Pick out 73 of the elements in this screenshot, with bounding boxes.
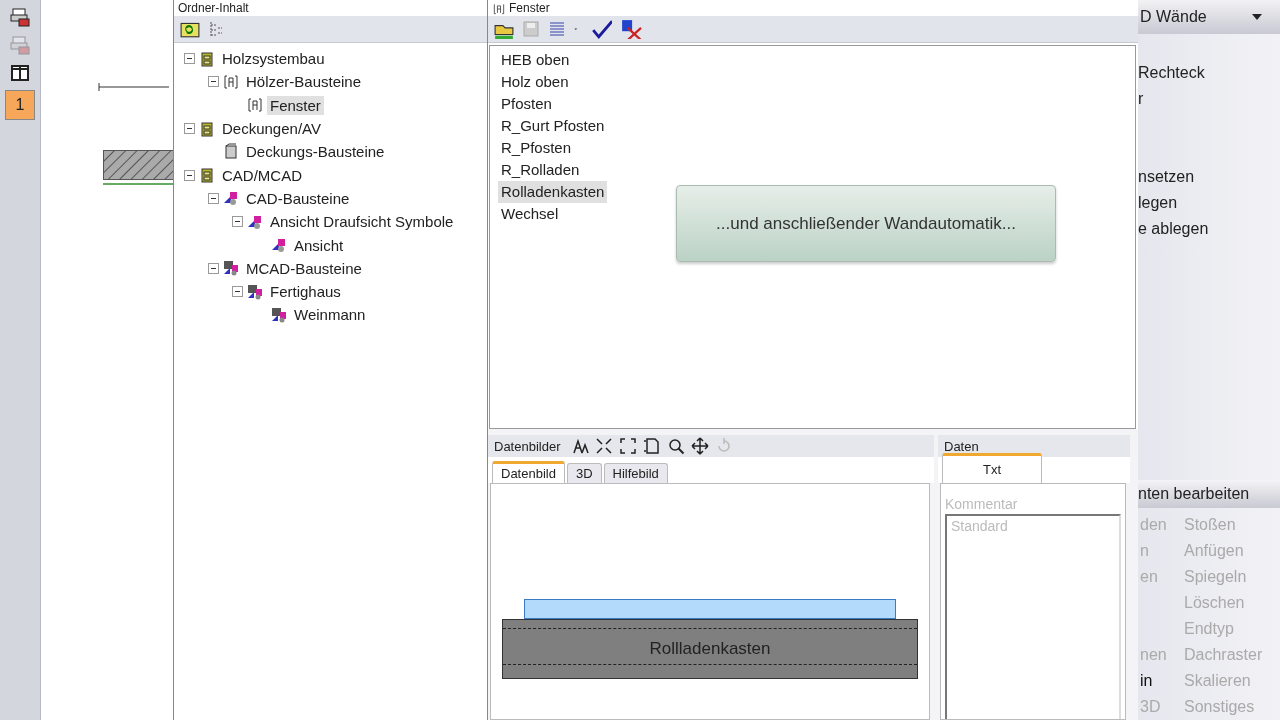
tab[interactable]: Hilfebild: [603, 463, 668, 483]
bracket-icon: [222, 72, 240, 91]
tooltip-text: ...und anschließender Wandautomatik...: [716, 213, 1016, 234]
panel-title: Ordner-Inhalt: [178, 1, 249, 16]
collapse-toggle[interactable]: [208, 76, 219, 88]
menu-item[interactable]: legen: [1138, 190, 1280, 216]
panel-title: Daten: [944, 438, 979, 454]
collapse-toggle[interactable]: [208, 262, 219, 274]
collapse-toggle[interactable]: [232, 286, 243, 298]
list-item[interactable]: Pfosten: [498, 93, 555, 115]
text-style-icon[interactable]: [570, 437, 589, 455]
section-title: nten bearbeiten: [1138, 485, 1250, 503]
category-dropdown[interactable]: D Wände: [1138, 0, 1280, 34]
collapse-toggle[interactable]: [232, 216, 243, 228]
list-item[interactable]: Rolladenkasten: [498, 181, 608, 203]
collapse-toggle[interactable]: [184, 123, 195, 135]
tree-item[interactable]: Fenster: [267, 95, 324, 115]
cabinet-icon: [198, 119, 216, 138]
tree-item[interactable]: Ansicht: [291, 235, 347, 255]
tree-item[interactable]: Holzsystembau: [219, 49, 328, 69]
help-cancel-icon[interactable]: [620, 19, 642, 39]
menu-item[interactable]: e ablegen: [1138, 216, 1280, 242]
menu-item[interactable]: nsetzen: [1138, 164, 1280, 190]
tree-item[interactable]: Deckungen/AV: [219, 119, 324, 139]
caret-icon: [1252, 14, 1262, 20]
shapes-icon: [246, 282, 264, 301]
list-item[interactable]: R_Rolladen: [498, 159, 583, 181]
collapse-toggle[interactable]: [184, 53, 195, 65]
bracket-icon: [246, 96, 264, 115]
list-item[interactable]: Wechsel: [498, 203, 562, 225]
move-icon[interactable]: [690, 437, 709, 455]
cabinet-icon: [198, 49, 216, 68]
tab[interactable]: Datenbild: [492, 461, 565, 483]
tree-item[interactable]: CAD-Bausteine: [243, 188, 353, 208]
page-fit-icon[interactable]: [642, 437, 661, 455]
tree-item[interactable]: Ansicht Draufsicht Symbole: [267, 212, 457, 232]
ok-check-icon[interactable]: [590, 19, 612, 39]
layer-button[interactable]: 1: [5, 90, 35, 120]
tree-item[interactable]: MCAD-Bausteine: [243, 258, 365, 278]
print-button[interactable]: [8, 6, 32, 28]
tree-item[interactable]: Weinmann: [291, 305, 369, 325]
list-item[interactable]: R_Gurt Pfosten: [498, 115, 608, 137]
search-icon[interactable]: [666, 437, 685, 455]
block-icon: [222, 142, 240, 161]
tab[interactable]: Txt: [942, 453, 1042, 483]
wall-drawing: [103, 150, 173, 188]
field-label: Kommentar: [944, 495, 1019, 514]
bracket-icon: [492, 2, 506, 16]
panel-title: Fenster: [509, 1, 550, 16]
shapes-icon: [222, 189, 240, 208]
tab[interactable]: 3D: [566, 463, 602, 483]
list-item[interactable]: R_Pfosten: [498, 137, 575, 159]
collapse-toggle[interactable]: [208, 192, 219, 204]
list-item[interactable]: Holz oben: [498, 71, 572, 93]
shape-label: Rollladenkasten: [649, 639, 771, 659]
dimension-line: [97, 80, 169, 94]
menu-item[interactable]: r: [1138, 86, 1280, 112]
split-view-button[interactable]: [8, 62, 32, 84]
collapse-toggle[interactable]: [184, 169, 195, 181]
cabinet-icon: [198, 166, 216, 185]
tree-item[interactable]: Deckungs-Bausteine: [243, 142, 388, 162]
panel-title: Datenbilder: [494, 438, 561, 454]
shapes-icon: [270, 236, 288, 254]
shapes-icon: [222, 259, 240, 278]
tree-item[interactable]: CAD/MCAD: [219, 165, 305, 185]
shapes-icon: [270, 305, 288, 324]
list-item[interactable]: HEB oben: [498, 49, 573, 71]
tree-item[interactable]: Hölzer-Bausteine: [243, 72, 365, 92]
zoom-in-arrows-icon[interactable]: [594, 437, 613, 455]
tree-item[interactable]: Fertighaus: [267, 282, 344, 302]
menu-item[interactable]: Rechteck: [1138, 60, 1280, 86]
zoom-extents-icon[interactable]: [618, 437, 637, 455]
menu-item[interactable]: in: [1140, 668, 1184, 694]
